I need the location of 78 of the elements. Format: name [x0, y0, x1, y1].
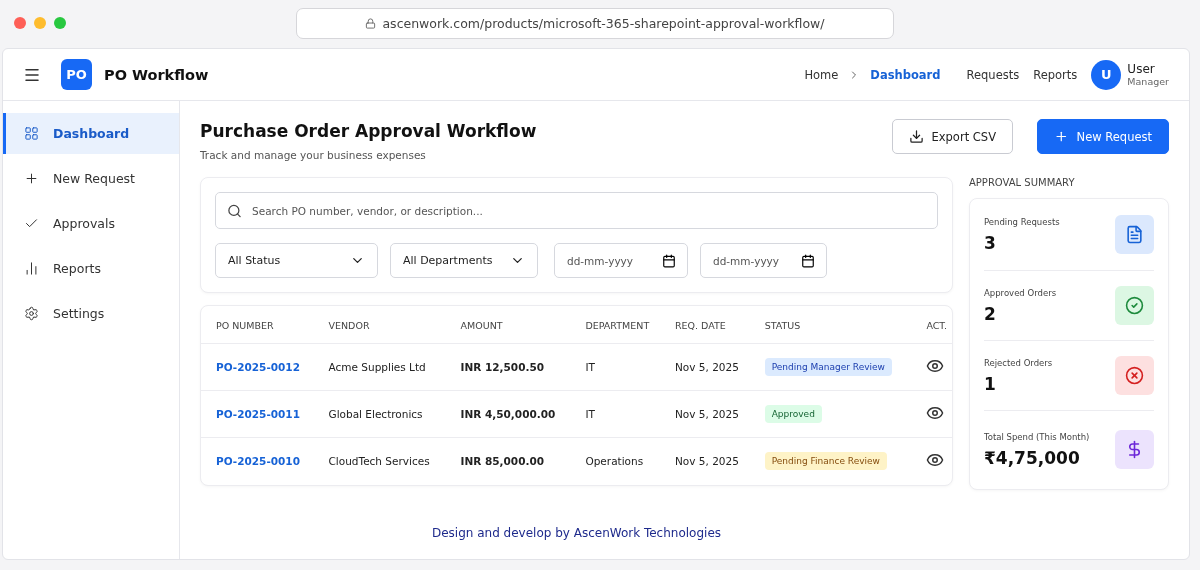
table-cell: INR 85,000.00	[460, 455, 545, 467]
summary-label: Total Spend (This Month)	[984, 431, 1090, 442]
check-glyph-icon	[1125, 296, 1144, 315]
table-cell: Acme Supplies Ltd	[328, 361, 426, 373]
filter-dropdown[interactable]: All Departments	[390, 243, 538, 278]
logo: PO	[61, 59, 92, 90]
date-field[interactable]: dd-mm-yyyy	[554, 243, 688, 278]
user-role: Manager	[1127, 76, 1169, 87]
po-number-link[interactable]: PO-2025-0010	[216, 455, 300, 467]
summary-value: ₹4,75,000	[984, 447, 1081, 468]
footer-credit: Design and develop by AscenWork Technologies	[430, 526, 723, 540]
grid-icon	[24, 126, 39, 141]
table-cell: Nov 5, 2025	[674, 361, 739, 373]
nav-link[interactable]: Dashboard	[870, 67, 941, 82]
section-title: APPROVAL SUMMARY	[969, 177, 1076, 188]
po-number-link[interactable]: PO-2025-0011	[216, 408, 300, 420]
settings-icon	[24, 306, 39, 321]
column-header: STATUS	[749, 306, 912, 344]
table-cell: CloudTech Services	[328, 455, 430, 467]
export-button[interactable]: Export CSV	[891, 119, 1013, 154]
search-field[interactable]: Search PO number, vendor, or description...	[215, 192, 938, 229]
search-icon	[227, 203, 242, 218]
nav-link[interactable]: Requests	[966, 67, 1020, 82]
view-icon[interactable]	[926, 451, 945, 469]
calendar-icon	[662, 253, 676, 268]
table-cell: Nov 5, 2025	[674, 408, 739, 420]
table-cell: IT	[585, 408, 595, 420]
sidebar-item[interactable]: Dashboard	[3, 113, 179, 154]
status-badge: Pending Finance Review	[764, 452, 887, 470]
user-name: User	[1127, 62, 1156, 76]
nav-link[interactable]: Reports	[1033, 67, 1078, 82]
window-control-dot[interactable]	[14, 17, 26, 29]
column-header: ACT.	[911, 306, 952, 344]
address-bar[interactable]: ascenwork.com/products/microsoft-365-sharepoint-approval-workflow/	[296, 7, 894, 39]
filter-dropdown[interactable]: All Status	[215, 243, 378, 278]
status-badge: Approved	[764, 405, 822, 423]
summary-value: 3	[984, 232, 997, 253]
table-cell: Operations	[585, 455, 644, 467]
summary-label: Pending Requests	[984, 216, 1060, 227]
table-cell: Nov 5, 2025	[674, 455, 739, 467]
table-cell: INR 4,50,000.00	[460, 408, 556, 420]
summary-label: Approved Orders	[984, 287, 1057, 298]
summary-label: Rejected Orders	[984, 357, 1053, 368]
plus-icon	[24, 171, 39, 186]
sidebar-item[interactable]: Settings	[3, 293, 179, 334]
cross-glyph-icon	[1125, 366, 1144, 385]
page-subtitle: Track and manage your business expenses	[200, 149, 427, 161]
table-cell: IT	[585, 361, 595, 373]
table-cell: Global Electronics	[328, 408, 423, 420]
sidebar-item[interactable]: Approvals	[3, 203, 179, 244]
column-header: AMOUNT	[445, 306, 571, 344]
user-avatar[interactable]: U	[1091, 59, 1122, 90]
nav-link[interactable]: Home	[804, 67, 839, 82]
sidebar-item[interactable]: Reports	[3, 248, 179, 289]
column-header: VENDOR	[313, 306, 446, 344]
window-control-dot[interactable]	[34, 17, 46, 29]
new-request-button[interactable]: New Request	[1037, 119, 1169, 154]
column-header: REQ. DATE	[659, 306, 750, 344]
app-title: PO Workflow	[104, 66, 209, 83]
view-icon[interactable]	[926, 404, 945, 422]
view-icon[interactable]	[926, 357, 945, 375]
page-title: Purchase Order Approval Workflow	[200, 121, 537, 141]
lock-icon	[365, 17, 377, 29]
table-cell: INR 12,500.50	[460, 361, 545, 373]
calendar-icon	[801, 253, 815, 268]
plus-icon	[1054, 129, 1069, 144]
status-badge: Pending Manager Review	[764, 358, 892, 376]
summary-value: 1	[984, 373, 997, 394]
date-field[interactable]: dd-mm-yyyy	[700, 243, 827, 278]
download-icon	[908, 129, 924, 144]
document-glyph-icon	[1125, 225, 1144, 244]
po-number-link[interactable]: PO-2025-0012	[216, 361, 300, 373]
column-header: DEPARTMENT	[570, 306, 660, 344]
summary-value: 2	[984, 303, 997, 324]
sidebar-item[interactable]: New Request	[3, 158, 179, 199]
column-header: PO NUMBER	[201, 306, 314, 344]
window-control-dot[interactable]	[54, 17, 66, 29]
bar-chart-icon	[24, 261, 39, 276]
